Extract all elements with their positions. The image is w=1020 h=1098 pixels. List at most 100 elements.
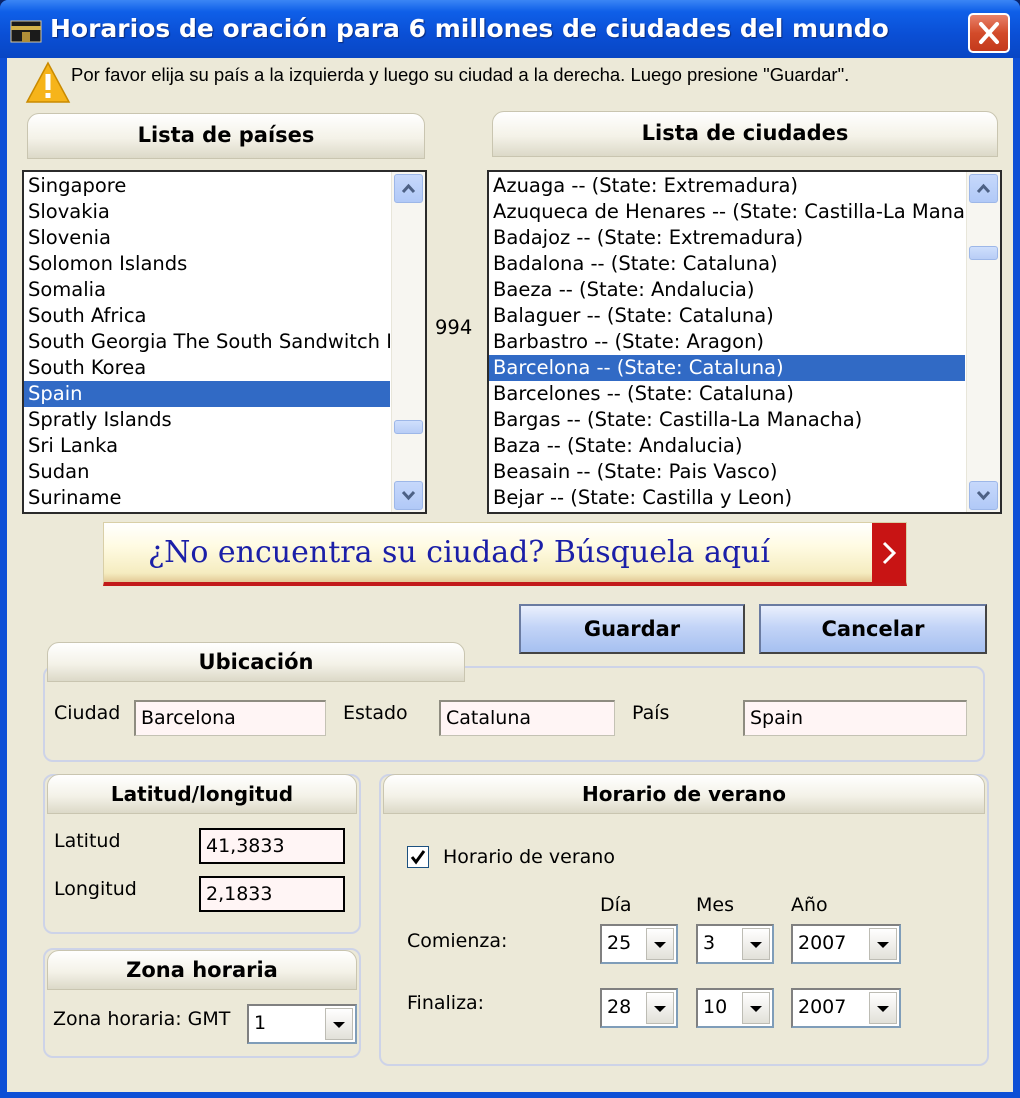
checkmark-icon: [410, 850, 426, 865]
list-item[interactable]: Slovakia: [24, 199, 390, 225]
end-year-select[interactable]: 2007: [791, 988, 901, 1028]
country-scrollbar[interactable]: [391, 172, 425, 512]
list-item[interactable]: Badajoz -- (State: Extremadura): [489, 225, 965, 251]
dropdown-button[interactable]: [325, 1008, 353, 1040]
city-scrollbar[interactable]: [966, 172, 1000, 512]
latitude-field[interactable]: 41,3833: [199, 828, 345, 864]
end-month-select[interactable]: 10: [696, 988, 774, 1028]
state-field[interactable]: Cataluna: [439, 700, 615, 736]
city-field[interactable]: Barcelona: [134, 700, 326, 736]
start-label: Comienza:: [407, 930, 508, 952]
list-item[interactable]: South Korea: [24, 355, 390, 381]
scroll-thumb[interactable]: [969, 246, 998, 260]
list-item[interactable]: Bejar -- (State: Castilla y Leon): [489, 485, 965, 511]
list-item[interactable]: Spain: [24, 381, 390, 407]
list-item[interactable]: South Georgia The South Sandwitch Island…: [24, 329, 390, 355]
dropdown-arrow-icon: [750, 1006, 762, 1012]
cancel-button[interactable]: Cancelar: [759, 604, 987, 654]
list-item[interactable]: South Africa: [24, 303, 390, 329]
timezone-select[interactable]: 1: [247, 1004, 357, 1044]
list-item[interactable]: Slovenia: [24, 225, 390, 251]
start-year-select[interactable]: 2007: [791, 924, 901, 964]
end-day-value: 28: [607, 996, 632, 1018]
list-item[interactable]: Suriname: [24, 485, 390, 511]
latlong-header: Latitud/longitud: [47, 774, 357, 814]
cities-header: Lista de ciudades: [492, 111, 998, 157]
country-label: País: [632, 702, 670, 724]
list-item[interactable]: Beasain -- (State: Pais Vasco): [489, 459, 965, 485]
day-column-label: Día: [600, 894, 632, 916]
year-column-label: Año: [791, 894, 828, 916]
start-day-value: 25: [607, 932, 632, 954]
list-item[interactable]: Spratly Islands: [24, 407, 390, 433]
start-year-value: 2007: [798, 932, 847, 954]
dropdown-arrow-icon: [877, 1006, 889, 1012]
close-button[interactable]: [968, 13, 1010, 53]
longitude-label: Longitud: [54, 878, 137, 900]
chevron-down-icon: [976, 490, 991, 501]
banner-arrow: [872, 523, 906, 583]
start-month-select[interactable]: 3: [696, 924, 774, 964]
title-bar[interactable]: Horarios de oración para 6 millones de c…: [0, 0, 1020, 58]
country-listbox[interactable]: Singapore Slovakia Slovenia Solomon Islands…: [22, 170, 427, 514]
city-list: Azuaga -- (State: Extremadura) Azuqueca d…: [489, 173, 965, 511]
dropdown-arrow-icon: [654, 1006, 666, 1012]
dropdown-button[interactable]: [742, 928, 770, 960]
warning-icon: [25, 61, 71, 103]
scroll-down-button[interactable]: [394, 481, 423, 510]
dropdown-arrow-icon: [333, 1022, 345, 1028]
list-item[interactable]: Singapore: [24, 173, 390, 199]
countries-header: Lista de países: [27, 113, 425, 159]
chevron-right-icon: [882, 541, 897, 565]
list-item[interactable]: Somalia: [24, 277, 390, 303]
list-item[interactable]: Baza -- (State: Andalucia): [489, 433, 965, 459]
country-field[interactable]: Spain: [743, 700, 967, 736]
scroll-thumb[interactable]: [394, 420, 423, 434]
dropdown-button[interactable]: [646, 992, 674, 1024]
window-title: Horarios de oración para 6 millones de c…: [50, 14, 889, 43]
dropdown-button[interactable]: [869, 992, 897, 1024]
end-day-select[interactable]: 28: [600, 988, 678, 1028]
list-item[interactable]: Barcelona -- (State: Cataluna): [489, 355, 965, 381]
end-label: Finaliza:: [407, 992, 485, 1014]
scroll-up-button[interactable]: [394, 174, 423, 203]
list-item[interactable]: Bargas -- (State: Castilla-La Manacha): [489, 407, 965, 433]
longitude-field[interactable]: 2,1833: [199, 876, 345, 912]
country-list: Singapore Slovakia Slovenia Solomon Islands…: [24, 173, 390, 511]
save-button[interactable]: Guardar: [519, 604, 745, 654]
dst-checkbox[interactable]: [407, 846, 429, 868]
list-item[interactable]: Baeza -- (State: Andalucia): [489, 277, 965, 303]
list-item[interactable]: Barbastro -- (State: Aragon): [489, 329, 965, 355]
dropdown-arrow-icon: [654, 942, 666, 948]
search-city-banner[interactable]: ¿No encuentra su ciudad? Búsquela aquí: [103, 522, 907, 586]
scroll-up-button[interactable]: [969, 174, 998, 203]
app-window: Horarios de oración para 6 millones de c…: [0, 0, 1020, 1098]
latitude-label: Latitud: [54, 830, 121, 852]
dst-header: Horario de verano: [383, 774, 985, 814]
list-item[interactable]: Barcelones -- (State: Cataluna): [489, 381, 965, 407]
list-item[interactable]: Sudan: [24, 459, 390, 485]
list-item[interactable]: Badalona -- (State: Cataluna): [489, 251, 965, 277]
timezone-header: Zona horaria: [47, 950, 357, 990]
chevron-up-icon: [401, 183, 416, 194]
dst-checkbox-label: Horario de verano: [443, 846, 615, 868]
month-column-label: Mes: [696, 894, 734, 916]
list-item[interactable]: Solomon Islands: [24, 251, 390, 277]
location-header: Ubicación: [47, 642, 465, 682]
dropdown-arrow-icon: [877, 942, 889, 948]
city-count: 994: [435, 316, 473, 339]
list-item[interactable]: Azuqueca de Henares -- (State: Castilla-…: [489, 199, 965, 225]
list-item[interactable]: Sri Lanka: [24, 433, 390, 459]
list-item[interactable]: Azuaga -- (State: Extremadura): [489, 173, 965, 199]
scroll-down-button[interactable]: [969, 481, 998, 510]
dialog-body: Por favor elija su país a la izquierda y…: [7, 58, 1013, 1092]
instruction-text: Por favor elija su país a la izquierda y…: [71, 64, 850, 85]
dropdown-button[interactable]: [742, 992, 770, 1024]
start-day-select[interactable]: 25: [600, 924, 678, 964]
city-listbox[interactable]: Azuaga -- (State: Extremadura) Azuqueca d…: [487, 170, 1002, 514]
dropdown-button[interactable]: [869, 928, 897, 960]
city-label: Ciudad: [54, 702, 121, 724]
list-item[interactable]: Balaguer -- (State: Cataluna): [489, 303, 965, 329]
state-label: Estado: [343, 702, 408, 724]
dropdown-button[interactable]: [646, 928, 674, 960]
